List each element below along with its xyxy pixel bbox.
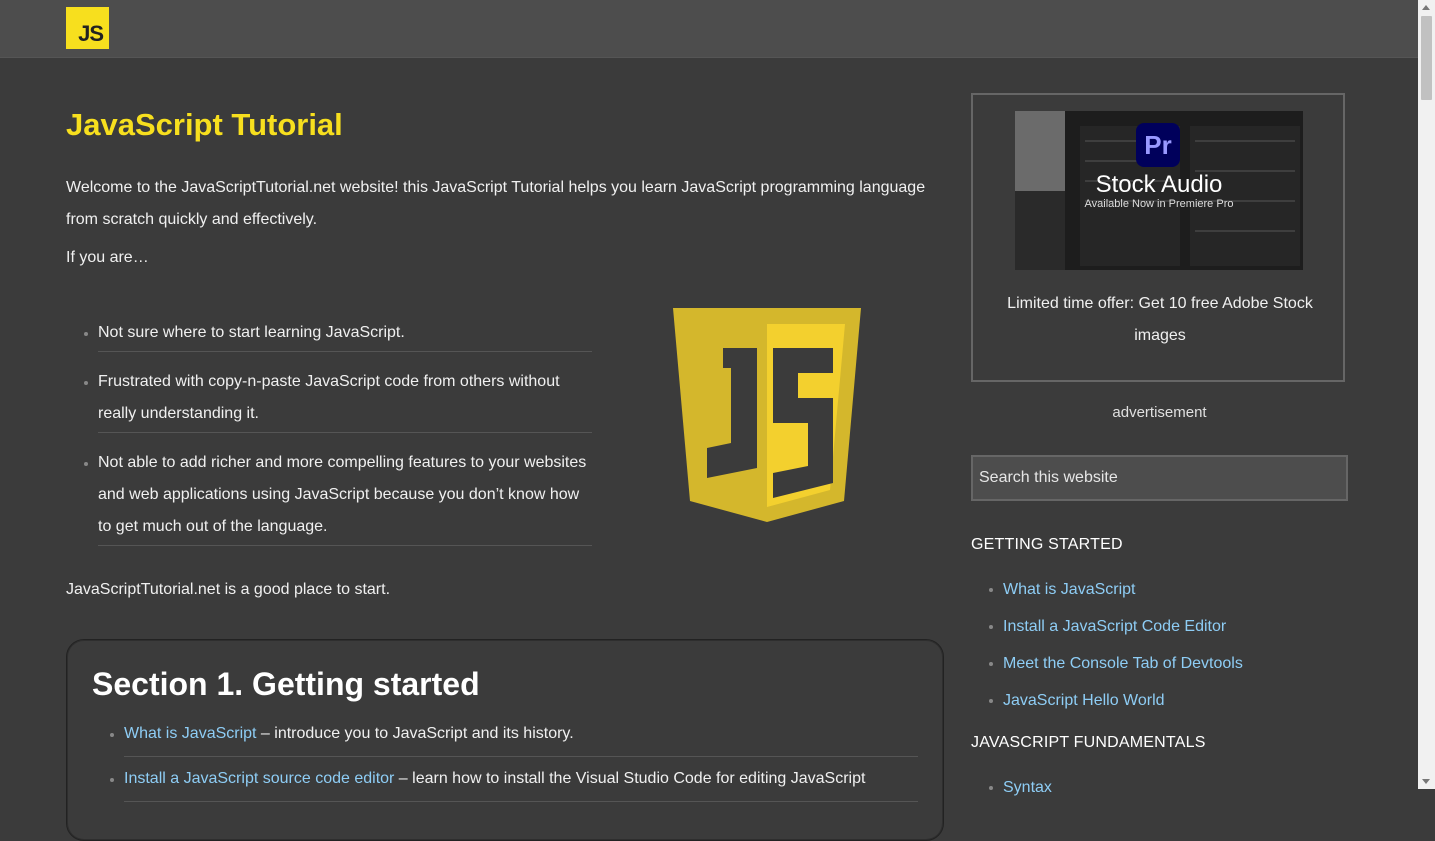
widget-title-fundamentals: JAVASCRIPT FUNDAMENTALS <box>971 734 1206 751</box>
good-place-text: JavaScriptTutorial.net is a good place t… <box>66 581 391 598</box>
sidebar-link-console-tab[interactable]: Meet the Console Tab of Devtools <box>1003 655 1243 672</box>
sidebar-link-hello-world[interactable]: JavaScript Hello World <box>1003 692 1165 709</box>
section-getting-started: Section 1. Getting started What is JavaS… <box>66 639 944 841</box>
link-install-code-editor[interactable]: Install a JavaScript source code editor <box>124 770 394 787</box>
sidebar-link-install-code-editor[interactable]: Install a JavaScript Code Editor <box>1003 618 1226 635</box>
list-item: What is JavaScript <box>989 578 1348 615</box>
sidebar-link-what-is-javascript[interactable]: What is JavaScript <box>1003 581 1135 598</box>
scroll-up-icon[interactable] <box>1422 5 1430 10</box>
ad-banner[interactable]: Pr Stock Audio Available Now in Premiere… <box>971 93 1345 382</box>
section-list: What is JavaScript – introduce you to Ja… <box>92 722 918 812</box>
list-item: Syntax <box>989 776 1348 813</box>
page-scrollbar[interactable] <box>1418 0 1435 789</box>
page-title: JavaScript Tutorial <box>66 107 343 142</box>
search-input[interactable] <box>971 455 1348 501</box>
link-what-is-javascript[interactable]: What is JavaScript <box>124 725 256 742</box>
intro-text: Welcome to the JavaScriptTutorial.net we… <box>66 179 926 228</box>
list-item: Install a JavaScript Code Editor <box>989 615 1348 652</box>
item-description: – introduce you to JavaScript and its hi… <box>256 725 574 742</box>
premiere-pro-icon: Pr <box>1144 130 1172 160</box>
list-item: Install a JavaScript source code editor … <box>110 767 918 802</box>
widget-title-getting-started: GETTING STARTED <box>971 536 1123 553</box>
ad-image-title: Stock Audio <box>1095 171 1223 198</box>
site-logo[interactable]: JS <box>66 7 109 49</box>
list-item: Not able to add richer and more compelli… <box>84 442 592 546</box>
section-title: Section 1. Getting started <box>92 666 480 702</box>
scroll-down-icon[interactable] <box>1422 779 1430 784</box>
getting-started-list: What is JavaScript Install a JavaScript … <box>971 578 1348 726</box>
site-header: JS <box>0 0 1418 58</box>
item-description: – learn how to install the Visual Studio… <box>394 770 866 787</box>
list-item: JavaScript Hello World <box>989 689 1348 726</box>
list-item: Meet the Console Tab of Devtools <box>989 652 1348 689</box>
sidebar-link-syntax[interactable]: Syntax <box>1003 779 1052 796</box>
ad-text[interactable]: Limited time offer: Get 10 free Adobe St… <box>993 288 1327 352</box>
scroll-thumb[interactable] <box>1421 16 1432 100</box>
ad-image-subtitle: Available Now in Premiere Pro <box>1084 198 1234 210</box>
list-item: Not sure where to start learning JavaScr… <box>84 312 592 352</box>
list-item: What is JavaScript – introduce you to Ja… <box>110 722 918 757</box>
list-item: Frustrated with copy-n-paste JavaScript … <box>84 361 592 433</box>
js-shield-logo-icon <box>673 308 861 522</box>
pain-points-list: Not sure where to start learning JavaScr… <box>66 312 592 555</box>
if-you-are-text: If you are… <box>66 249 149 266</box>
fundamentals-list: Syntax <box>971 776 1348 813</box>
ad-image[interactable]: Pr Stock Audio Available Now in Premiere… <box>1015 111 1303 270</box>
advertisement-label: advertisement <box>1112 404 1207 421</box>
